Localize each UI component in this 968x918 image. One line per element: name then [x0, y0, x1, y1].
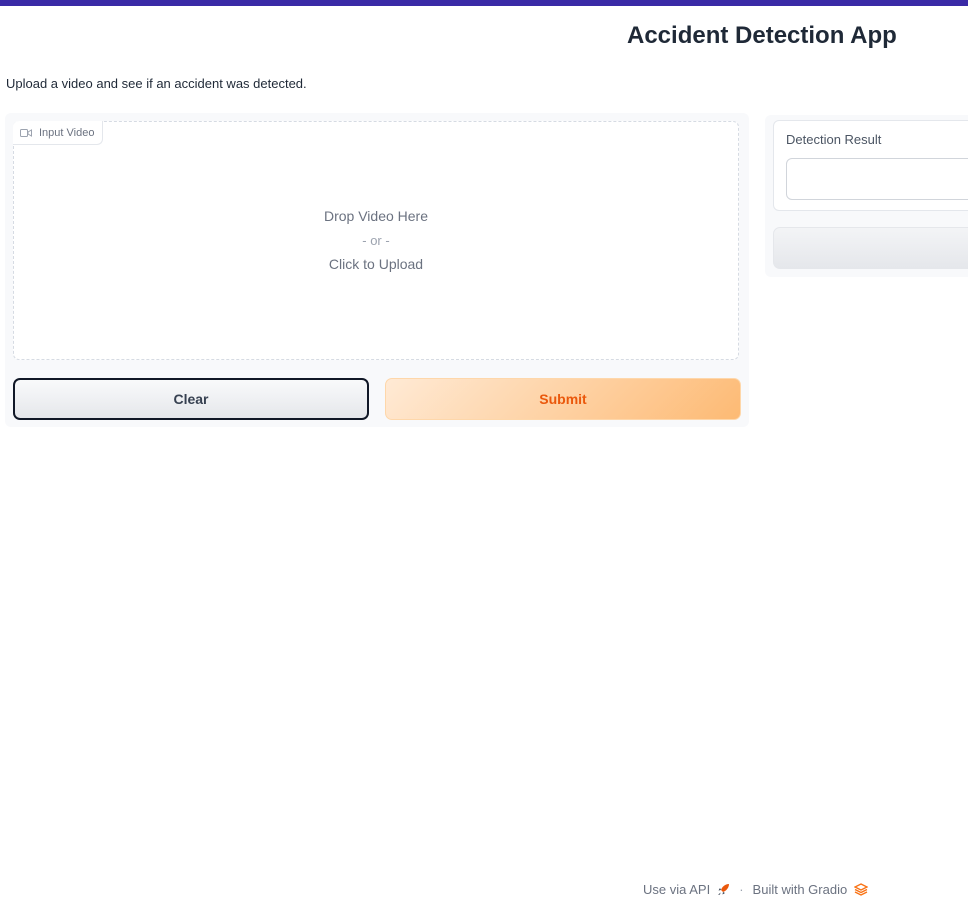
- use-via-api-text: Use via API: [643, 882, 711, 897]
- footer: Use via API · Built with Gradio: [643, 882, 869, 897]
- page-title: Accident Detection App: [627, 22, 897, 49]
- submit-button[interactable]: Submit: [385, 378, 741, 420]
- flag-button[interactable]: [773, 227, 968, 269]
- page-description: Upload a video and see if an accident wa…: [6, 76, 307, 91]
- top-accent-bar: [0, 0, 968, 6]
- gradio-logo-icon: [847, 883, 869, 896]
- drop-video-text: Drop Video Here: [323, 208, 429, 224]
- detection-result-label: Detection Result: [786, 132, 882, 147]
- input-video-label-text: Input Video: [39, 126, 95, 139]
- input-video-label: Input Video: [13, 121, 104, 145]
- rocket-icon: [710, 883, 730, 896]
- clear-button[interactable]: Clear: [13, 378, 369, 420]
- built-with-gradio-link[interactable]: Built with Gradio: [753, 882, 869, 897]
- footer-separator: ·: [739, 882, 744, 897]
- drop-or-text: - or -: [362, 233, 390, 248]
- use-via-api-link[interactable]: Use via API: [643, 882, 730, 897]
- built-with-gradio-text: Built with Gradio: [752, 882, 848, 897]
- click-to-upload-text: Click to Upload: [328, 256, 424, 272]
- video-camera-icon: [20, 128, 32, 138]
- detection-result-textbox[interactable]: [786, 158, 968, 200]
